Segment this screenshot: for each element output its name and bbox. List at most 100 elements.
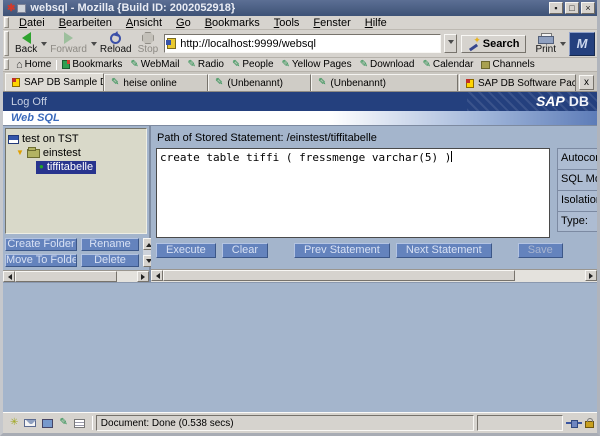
maximize-button[interactable]: □ <box>565 2 579 14</box>
sap-header: Log Off SAPDB <box>3 92 597 111</box>
scrollbar-thumb[interactable] <box>15 271 117 282</box>
statement-frame: Path of Stored Statement: /einstest/tiff… <box>151 126 597 282</box>
minimize-button[interactable]: ▪ <box>549 2 563 14</box>
bookmark-pencil-icon: ✎ <box>360 60 368 70</box>
selected-statement[interactable]: ● tiffitabelle <box>36 161 96 174</box>
browser-window: ✱ websql - Mozilla {Build ID: 2002052918… <box>0 0 600 436</box>
toolbar-grippy[interactable] <box>4 31 9 56</box>
clear-button[interactable]: Clear <box>222 243 268 258</box>
personal-calendar[interactable]: ✎ Calendar <box>418 59 477 70</box>
scroll-right-arrow[interactable] <box>137 271 149 282</box>
bookmark-pencil-icon: ✎ <box>232 60 240 70</box>
scrollbar-thumb[interactable] <box>163 270 515 281</box>
statement-bullet-icon: ● <box>39 163 44 171</box>
scroll-right-arrow[interactable] <box>585 270 597 281</box>
back-icon <box>22 32 31 44</box>
url-history-dropdown[interactable] <box>444 34 457 53</box>
toolbar-grippy[interactable] <box>4 17 9 28</box>
stop-button[interactable]: Stop <box>135 31 162 57</box>
back-button[interactable]: Back <box>12 31 40 57</box>
window-menu-icon[interactable] <box>17 4 26 13</box>
rename-button[interactable]: Rename <box>81 238 139 251</box>
navigator-icon[interactable]: ✳ <box>10 418 18 428</box>
status-message: Document: Done (0.538 secs) <box>96 415 474 431</box>
folder-icon <box>27 149 40 158</box>
personal-channels[interactable]: Channels <box>477 59 538 70</box>
type-label: Type: <box>557 211 597 232</box>
tab-unbenannt-2[interactable]: ✎ (Unbenannt) <box>311 74 458 91</box>
tab-sapdb-packages[interactable]: SAP DB Software Packages <box>459 74 576 91</box>
menu-bearbeiten[interactable]: Bearbeiten <box>52 17 119 29</box>
scroll-left-arrow[interactable] <box>3 271 15 282</box>
tab-sapdb-sample[interactable]: SAP DB Sample Database (.. <box>5 73 104 91</box>
personal-toolbar: ⌂ Home Bookmarks ✎ WebMail ✎ Radio ✎ Peo… <box>3 58 597 72</box>
menu-bar: Datei Bearbeiten Ansicht Go Bookmarks To… <box>3 16 597 30</box>
search-button[interactable]: Search <box>461 35 527 53</box>
toolbar-grippy[interactable] <box>4 59 9 70</box>
create-folder-button[interactable]: Create Folder <box>5 238 77 251</box>
prev-statement-button[interactable]: Prev Statement <box>294 243 390 258</box>
menu-tools[interactable]: Tools <box>267 17 307 29</box>
delete-button[interactable]: Delete <box>81 254 139 267</box>
mail-icon[interactable] <box>24 419 36 427</box>
status-bar: ✳ ✎ Document: Done (0.538 secs) <box>3 412 597 433</box>
online-plug-icon[interactable] <box>566 420 582 426</box>
session-info-panel: Autocomm SQL Mode Isolationle Type: <box>557 148 597 238</box>
statement-horizontal-scrollbar[interactable] <box>151 269 597 282</box>
stored-statement-path: Path of Stored Statement: /einstest/tiff… <box>151 126 597 148</box>
personal-home[interactable]: ⌂ Home <box>12 59 55 70</box>
menu-go[interactable]: Go <box>169 17 198 29</box>
bookmark-pencil-icon: ✎ <box>130 60 138 70</box>
log-off-link[interactable]: Log Off <box>11 96 47 108</box>
close-button[interactable]: × <box>581 2 595 14</box>
addressbook-icon[interactable] <box>74 419 85 428</box>
sql-statement-textarea[interactable]: create table tiffi ( fressmenge varchar(… <box>156 148 550 238</box>
print-button[interactable]: Print <box>532 31 559 57</box>
bookmark-tab-icon <box>12 78 20 87</box>
menu-fenster[interactable]: Fenster <box>306 17 357 29</box>
security-lock-icon[interactable] <box>585 421 594 428</box>
bookmarks-icon <box>62 60 70 69</box>
menu-datei[interactable]: Datei <box>12 17 52 29</box>
bookmark-pencil-icon: ✎ <box>282 60 290 70</box>
forward-button[interactable]: Forward <box>47 31 90 57</box>
reload-button[interactable]: Reload <box>97 31 135 57</box>
sql-mode-label: SQL Mode <box>557 169 597 190</box>
tree-folder-item[interactable]: ▼ einstest <box>8 146 144 160</box>
scroll-left-arrow[interactable] <box>151 270 163 281</box>
tree-leaf-item[interactable]: ● tiffitabelle <box>8 160 144 174</box>
throbber-logo[interactable]: M <box>569 32 595 56</box>
menu-bookmarks[interactable]: Bookmarks <box>198 17 267 29</box>
tab-heise-online[interactable]: ✎ heise online <box>104 74 208 91</box>
menu-hilfe[interactable]: Hilfe <box>358 17 394 29</box>
personal-radio[interactable]: ✎ Radio <box>183 59 228 70</box>
personal-webmail[interactable]: ✎ WebMail <box>126 59 183 70</box>
personal-yellowpages[interactable]: ✎ Yellow Pages <box>278 59 356 70</box>
isolation-level-label: Isolationle <box>557 190 597 211</box>
personal-download[interactable]: ✎ Download <box>356 59 419 70</box>
composer-icon[interactable]: ✎ <box>59 418 67 428</box>
title-bar[interactable]: ✱ websql - Mozilla {Build ID: 2002052918… <box>3 0 597 16</box>
personal-bookmarks[interactable]: Bookmarks <box>58 59 126 70</box>
reload-icon <box>110 33 121 44</box>
chat-icon[interactable] <box>42 419 53 428</box>
personal-people[interactable]: ✎ People <box>228 59 278 70</box>
bookmark-page-icon[interactable] <box>167 38 176 49</box>
toolbar-separator <box>56 60 57 70</box>
url-input[interactable] <box>180 38 438 50</box>
tree-root-item[interactable]: test on TST <box>8 132 144 146</box>
bookmark-pencil-icon: ✎ <box>422 60 430 70</box>
print-dropdown[interactable] <box>560 42 566 49</box>
save-button[interactable]: Save <box>518 243 563 258</box>
statement-tree: test on TST ▼ einstest ● tiffitabelle <box>5 128 147 234</box>
bookmark-tab-icon <box>466 79 474 88</box>
execute-button[interactable]: Execute <box>156 243 216 258</box>
window-title: websql - Mozilla {Build ID: 2002052918} <box>30 2 547 14</box>
expanded-arrow-icon[interactable]: ▼ <box>16 149 24 157</box>
menu-ansicht[interactable]: Ansicht <box>119 17 169 29</box>
next-statement-button[interactable]: Next Statement <box>396 243 492 258</box>
url-bar <box>164 34 441 53</box>
move-to-folder-button[interactable]: Move To Folder <box>5 254 77 267</box>
tab-unbenannt-1[interactable]: ✎ (Unbenannt) <box>208 74 311 91</box>
close-tab-button[interactable]: x <box>579 75 594 90</box>
